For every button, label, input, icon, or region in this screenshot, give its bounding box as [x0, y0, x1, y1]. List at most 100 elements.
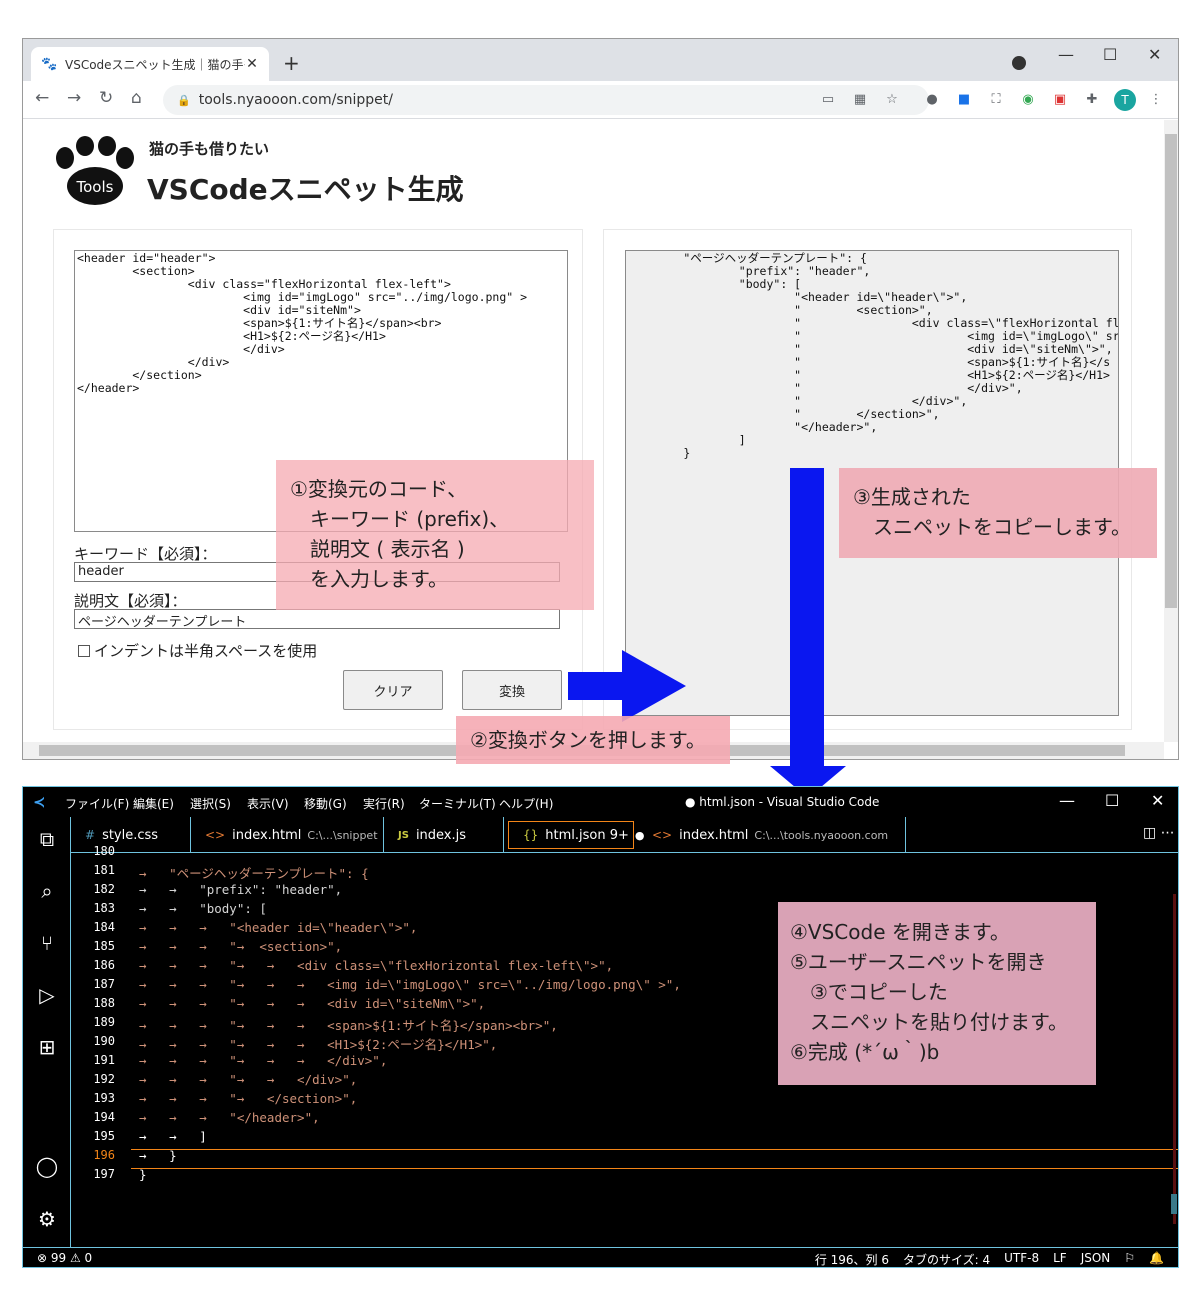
vscode-window-title: ● html.json - Visual Studio Code	[685, 795, 880, 809]
activity-bar: ⧉ ⌕ ⑂ ▷ ⊞ ◯ ⚙	[23, 817, 71, 1247]
tab-path: C:\...\snippet	[307, 828, 378, 842]
menu-help[interactable]: ヘルプ(H)	[499, 795, 553, 812]
callout-step2: ②変換ボタンを押します。	[456, 716, 730, 764]
lock-icon: 🔒	[177, 93, 191, 107]
keyword-label: キーワード【必須】：	[74, 545, 217, 563]
line-number: 190	[93, 1034, 115, 1048]
menu-go[interactable]: 移動(G)	[304, 795, 347, 812]
home-icon[interactable]: ⌂	[131, 88, 142, 108]
line-number: 192	[93, 1072, 115, 1086]
menu-run[interactable]: 実行(R)	[363, 795, 405, 812]
convert-button[interactable]: 変換	[462, 670, 562, 710]
menu-terminal[interactable]: ターミナル(T)	[419, 795, 496, 812]
run-debug-icon[interactable]: ▷	[35, 983, 59, 1007]
encoding[interactable]: UTF-8	[1004, 1251, 1039, 1267]
vscode-close-button[interactable]: ✕	[1151, 791, 1164, 810]
tab-label: index.html	[679, 827, 749, 843]
tab-index-html-snippet[interactable]: <> index.html C:\...\snippet	[191, 817, 384, 853]
extension-chat-icon[interactable]: ●	[923, 91, 941, 109]
vscode-minimize-button[interactable]: —	[1059, 791, 1075, 810]
callout-step4: ④VSCode を開きます。 ⑤ユーザースニペットを開き ③でコピーした スニペ…	[778, 902, 1096, 1085]
indent-checkbox[interactable]: インデントは半角スペースを使用	[78, 640, 317, 661]
tab-label: index.html	[232, 827, 302, 843]
line-number: 181	[93, 863, 115, 877]
qr-icon[interactable]: ▦	[851, 91, 869, 109]
clear-button[interactable]: クリア	[343, 670, 443, 710]
line-number: 180	[93, 844, 115, 858]
line-number: 191	[93, 1053, 115, 1067]
extensions-puzzle-icon[interactable]: ✚	[1083, 91, 1101, 109]
code-line: → → ]	[139, 1129, 207, 1144]
language-mode[interactable]: JSON	[1081, 1251, 1111, 1267]
tab-index-js[interactable]: JS index.js	[384, 817, 504, 853]
cast-icon[interactable]: ▭	[819, 91, 837, 109]
tab-index-html-tools[interactable]: <> index.html C:\...\tools.nyaooon.com	[638, 817, 906, 853]
tab-title: VSCodeスニペット生成｜猫の手も借	[65, 57, 245, 72]
extensions-icon[interactable]: ⊞	[35, 1035, 59, 1059]
screenshot-icon[interactable]: ⛶	[987, 91, 1005, 109]
tab-html-json[interactable]: {} html.json 9+ ●	[508, 821, 645, 849]
scroll-thumb[interactable]	[1165, 134, 1177, 608]
settings-gear-icon[interactable]: ⚙	[35, 1207, 59, 1231]
code-line: → → → "→ → → <img id=\"imgLogo\" src=\".…	[139, 977, 681, 992]
forward-icon[interactable]: →	[67, 88, 81, 108]
indent-checkbox-label: インデントは半角スペースを使用	[94, 642, 318, 660]
split-editor-icon[interactable]: ◫ ⋯	[1143, 825, 1175, 841]
code-line: → → → "→ → </div>",	[139, 1072, 358, 1087]
close-window-button[interactable]: ✕	[1148, 45, 1161, 64]
minimize-button[interactable]: —	[1058, 45, 1074, 64]
code-line: → → → "→ → → <H1>${2:ページ名}</H1>",	[139, 1037, 498, 1052]
code-line: → → → "<header id=\"header\">",	[139, 920, 418, 935]
menu-selection[interactable]: 選択(S)	[190, 795, 231, 812]
vertical-scrollbar[interactable]	[1164, 120, 1178, 742]
checkbox-box[interactable]	[78, 644, 90, 657]
line-number: 193	[93, 1091, 115, 1105]
back-icon[interactable]: ←	[35, 88, 49, 108]
menu-kebab-icon[interactable]: ⋮	[1147, 91, 1165, 109]
line-number: 183	[93, 901, 115, 915]
browser-tabbar: 🐾 VSCodeスニペット生成｜猫の手も借 ✕ + — ☐ ✕	[23, 39, 1178, 81]
address-bar[interactable]: 🔒 tools.nyaooon.com/snippet/	[163, 85, 929, 115]
maximize-button[interactable]: ☐	[1103, 45, 1117, 64]
source-control-icon[interactable]: ⑂	[35, 931, 59, 955]
callout-step1: ①変換元のコード、 キーワード (prefix)、 説明文 ( 表示名 ) を入…	[276, 460, 594, 610]
tab-size[interactable]: タブのサイズ: 4	[903, 1251, 990, 1267]
description-input[interactable]: ページヘッダーテンプレート	[74, 609, 560, 630]
site-subtitle: 猫の手も借りたい	[149, 140, 270, 158]
search-icon[interactable]: ⌕	[35, 879, 59, 903]
tab-path: C:\...\tools.nyaooon.com	[754, 828, 889, 842]
notifications-bell-icon[interactable]: 🔔	[1149, 1251, 1164, 1267]
pocket-icon[interactable]: ▣	[1051, 91, 1069, 109]
page-title: VSCodeスニペット生成	[147, 173, 464, 206]
vscode-maximize-button[interactable]: ☐	[1105, 791, 1119, 810]
cursor-position[interactable]: 行 196、列 6	[815, 1251, 889, 1267]
callout-step3: ③生成された スニペットをコピーします。	[839, 468, 1157, 558]
reload-icon[interactable]: ↻	[99, 88, 113, 108]
bookmark-star-icon[interactable]: ☆	[883, 91, 901, 109]
problems-indicator[interactable]: ⊗ 99 ⚠ 0	[37, 1251, 92, 1265]
arrow-down-icon	[770, 468, 846, 798]
account-icon[interactable]: ◯	[35, 1154, 59, 1178]
chrome-profile-icon[interactable]	[1012, 56, 1026, 70]
line-number: 197	[93, 1167, 115, 1181]
code-line: → → → "→ → → <div id=\"siteNm\">",	[139, 996, 486, 1011]
feedback-icon[interactable]: ⚐	[1124, 1251, 1135, 1267]
code-line: → → → "</header>",	[139, 1110, 320, 1125]
extension-compass-icon[interactable]: ◉	[1019, 91, 1037, 109]
tab-close-icon[interactable]: ✕	[245, 56, 259, 72]
extension-blue-icon[interactable]: ■	[955, 91, 973, 109]
new-tab-button[interactable]: +	[283, 51, 300, 75]
browser-tab[interactable]: 🐾 VSCodeスニペット生成｜猫の手も借 ✕	[31, 47, 269, 81]
explorer-icon[interactable]: ⧉	[35, 827, 59, 851]
json-file-icon: {}	[523, 828, 539, 842]
html-file-icon: <>	[205, 828, 226, 842]
profile-avatar[interactable]: T	[1114, 89, 1136, 111]
line-ending[interactable]: LF	[1053, 1251, 1067, 1267]
menu-edit[interactable]: 編集(E)	[133, 795, 174, 812]
vscode-logo-icon: ≺	[33, 793, 46, 811]
logo-text: Tools	[76, 178, 114, 196]
menu-view[interactable]: 表示(V)	[247, 795, 289, 812]
menu-file[interactable]: ファイル(F)	[65, 795, 129, 812]
css-file-icon: #	[85, 828, 96, 842]
html-file-icon: <>	[652, 828, 673, 842]
